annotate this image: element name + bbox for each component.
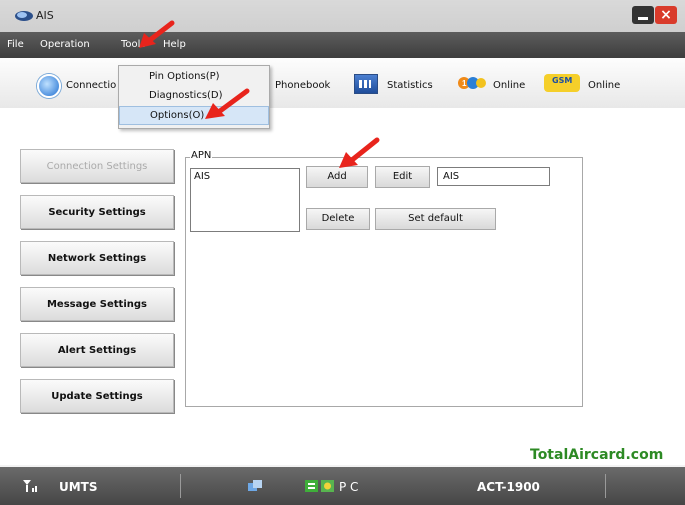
signal-bars-icon bbox=[23, 480, 37, 492]
connection-settings-button[interactable]: Connection Settings bbox=[20, 149, 174, 183]
sim-green-icon bbox=[305, 480, 318, 492]
update-settings-button[interactable]: Update Settings bbox=[20, 379, 174, 413]
close-icon: × bbox=[660, 7, 672, 23]
watermark-text: TotalAircard.com bbox=[530, 447, 664, 463]
annotation-arrow-tools-icon bbox=[139, 20, 175, 48]
device-model: ACT-1900 bbox=[477, 480, 540, 494]
apn-list-item[interactable]: AIS bbox=[194, 171, 210, 182]
set-default-button[interactable]: Set default bbox=[375, 208, 496, 230]
toolbar: Connectio Phonebook Statistics 1 Online … bbox=[0, 58, 685, 109]
toolbar-online-label-1[interactable]: Online bbox=[493, 80, 525, 100]
message-settings-button[interactable]: Message Settings bbox=[20, 287, 174, 321]
annotation-arrow-add-icon bbox=[339, 137, 380, 168]
online-badge-icon[interactable]: 1 bbox=[458, 76, 486, 90]
message-icon bbox=[321, 480, 334, 492]
menu-bar: File Operation Tools Help bbox=[0, 32, 685, 58]
close-button[interactable]: × bbox=[655, 6, 677, 24]
toolbar-online-label-2[interactable]: Online bbox=[588, 80, 620, 100]
gsm-online-icon[interactable]: GSM bbox=[544, 74, 580, 92]
status-divider bbox=[180, 474, 181, 498]
delete-button[interactable]: Delete bbox=[306, 208, 370, 230]
apn-listbox[interactable]: AIS bbox=[190, 168, 300, 232]
gsm-icon-text: GSM bbox=[552, 76, 573, 85]
status-bar: UMTS P C ACT-1900 bbox=[0, 467, 685, 505]
menu-operation[interactable]: Operation bbox=[40, 39, 90, 50]
window-title: AIS bbox=[36, 9, 54, 22]
minimize-button[interactable] bbox=[632, 6, 654, 24]
ais-logo-icon bbox=[15, 11, 33, 21]
toolbar-connection-label[interactable]: Connectio bbox=[66, 80, 116, 100]
menu-options-label: Options(O) bbox=[150, 110, 205, 121]
statistics-icon[interactable] bbox=[354, 74, 378, 94]
annotation-arrow-options-icon bbox=[205, 88, 250, 119]
connection-icon[interactable] bbox=[37, 74, 61, 98]
toolbar-phonebook-label[interactable]: Phonebook bbox=[275, 80, 330, 100]
menu-pin-options[interactable]: Pin Options(P) bbox=[119, 68, 269, 87]
network-type: UMTS bbox=[59, 480, 98, 494]
toolbar-statistics-label[interactable]: Statistics bbox=[387, 80, 433, 100]
alert-settings-button[interactable]: Alert Settings bbox=[20, 333, 174, 367]
menu-pin-options-label: Pin Options(P) bbox=[149, 71, 220, 82]
network-status-icon bbox=[248, 480, 262, 491]
pc-mode-label: P C bbox=[339, 480, 359, 494]
title-bar: AIS × bbox=[0, 0, 685, 32]
apn-name-field[interactable]: AIS bbox=[437, 167, 550, 186]
network-settings-button[interactable]: Network Settings bbox=[20, 241, 174, 275]
security-settings-button[interactable]: Security Settings bbox=[20, 195, 174, 229]
menu-file[interactable]: File bbox=[7, 39, 24, 50]
apn-group-label: APN bbox=[190, 150, 213, 161]
edit-button[interactable]: Edit bbox=[375, 166, 430, 188]
online-badge-text: 1 bbox=[462, 79, 467, 88]
app-window: AIS × File Operation Tools Help Connecti… bbox=[0, 0, 685, 505]
status-divider-right bbox=[605, 474, 606, 498]
